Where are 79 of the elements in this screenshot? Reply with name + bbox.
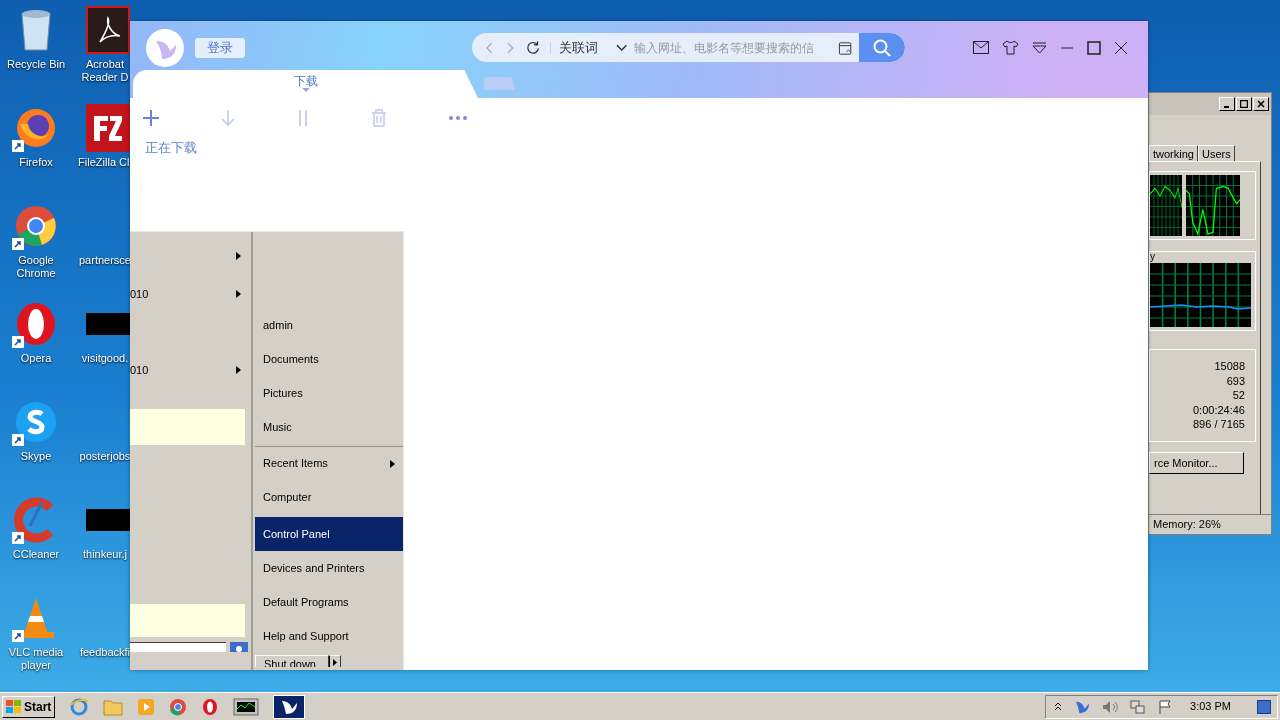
speaker-icon[interactable]: [1102, 699, 1119, 714]
icon-label: VLC media player: [7, 646, 65, 672]
start-menu-item[interactable]: admin: [255, 308, 403, 342]
stat-value: 15088: [1214, 359, 1245, 374]
stat-value: 896 / 7165: [1193, 417, 1245, 432]
start-button[interactable]: Start: [2, 695, 56, 718]
search-icon: [871, 37, 892, 58]
start-menu-item[interactable]: Recent Items: [255, 446, 403, 480]
start-menu-item[interactable]: Devices and Printers: [255, 551, 403, 585]
start-menu-item[interactable]: Default Programs: [255, 585, 403, 619]
icon-label: Firefox: [19, 156, 53, 169]
login-button[interactable]: 登录: [195, 37, 245, 58]
icon-label: Acrobat Reader D: [80, 58, 130, 84]
chrome-icon[interactable]: [169, 697, 188, 716]
stat-value: 52: [1232, 388, 1245, 403]
windows-logo-icon: [6, 699, 22, 714]
cpu-graph: [1186, 175, 1240, 236]
program-menu-item[interactable]: 010: [130, 275, 251, 313]
icon-label: thinkeur.j: [82, 548, 128, 561]
bird-icon[interactable]: [1074, 699, 1091, 714]
image-thumbnail: [86, 509, 130, 531]
tab[interactable]: Users: [1197, 145, 1235, 161]
icon-label: Opera: [20, 352, 52, 365]
start-menu-item[interactable]: Pictures: [255, 376, 403, 410]
active-app-button[interactable]: [273, 694, 306, 719]
image-thumbnail: [86, 313, 130, 335]
submenu-arrow-icon: [236, 366, 241, 374]
search-button[interactable]: [858, 33, 905, 62]
show-desktop-button[interactable]: [1257, 699, 1271, 714]
icon-label: posterjobs: [78, 450, 132, 463]
icon-label: partnersce: [78, 254, 132, 267]
close-icon[interactable]: [1114, 40, 1128, 55]
chevron-up-icon[interactable]: [1054, 702, 1063, 711]
pdf-icon: [86, 6, 130, 54]
resource-monitor-button[interactable]: rce Monitor...: [1149, 452, 1244, 474]
add-icon[interactable]: [142, 109, 160, 127]
start-menu-item[interactable]: Documents: [255, 342, 403, 376]
keyword-mode-label[interactable]: 关联词: [559, 37, 599, 58]
section-title: 正在下载: [145, 139, 197, 157]
more-icon[interactable]: [448, 115, 468, 121]
arrow-icon: [333, 659, 337, 666]
network-icon[interactable]: [1130, 699, 1147, 714]
flag-icon[interactable]: [1158, 699, 1173, 714]
refresh-icon[interactable]: [526, 40, 541, 55]
start-menu-item[interactable]: Help and Support: [255, 619, 403, 653]
start-menu-item[interactable]: Control Panel: [255, 517, 403, 551]
clock[interactable]: 3:03 PM: [1190, 698, 1231, 715]
start-menu-item[interactable]: Computer: [255, 480, 403, 514]
program-menu-item[interactable]: 010: [130, 351, 251, 389]
stat-value: 693: [1226, 373, 1245, 389]
search-field[interactable]: [130, 642, 226, 652]
icon-label: Recycle Bin: [6, 58, 66, 71]
memory-status: Memory: 26%: [1153, 517, 1221, 533]
icon-label: visitgood.: [80, 352, 130, 365]
submenu-arrow-icon: [236, 290, 241, 298]
mail-icon[interactable]: [973, 41, 989, 54]
icon-label: CCleaner: [12, 548, 60, 561]
icon-label: feedbackfi: [78, 646, 132, 659]
icon-label: Google Chrome: [15, 254, 57, 280]
minimize-icon[interactable]: [1219, 97, 1235, 111]
cpu-graph: [1150, 175, 1182, 236]
graph-caption: y: [1150, 252, 1156, 262]
app-logo: [146, 28, 184, 67]
icon-label: Skype: [20, 450, 52, 463]
search-icon[interactable]: [230, 642, 248, 652]
submenu-arrow-icon: [390, 459, 395, 468]
chevron-down-icon[interactable]: [616, 43, 628, 52]
shirt-icon[interactable]: [1002, 40, 1019, 55]
opera-icon[interactable]: [201, 697, 220, 716]
task-manager-icon[interactable]: [233, 696, 260, 717]
caret-icon: [301, 88, 310, 92]
bookmark-icon[interactable]: [838, 39, 854, 56]
submenu-arrow-icon: [236, 252, 241, 260]
dropdown-icon[interactable]: [1032, 41, 1047, 54]
tab[interactable]: tworking: [1149, 145, 1198, 161]
start-menu-item[interactable]: Music: [255, 410, 403, 444]
stat-value: 0:00:24:46: [1193, 402, 1245, 418]
tab[interactable]: 下载: [133, 70, 478, 98]
bird-icon: [280, 698, 299, 715]
